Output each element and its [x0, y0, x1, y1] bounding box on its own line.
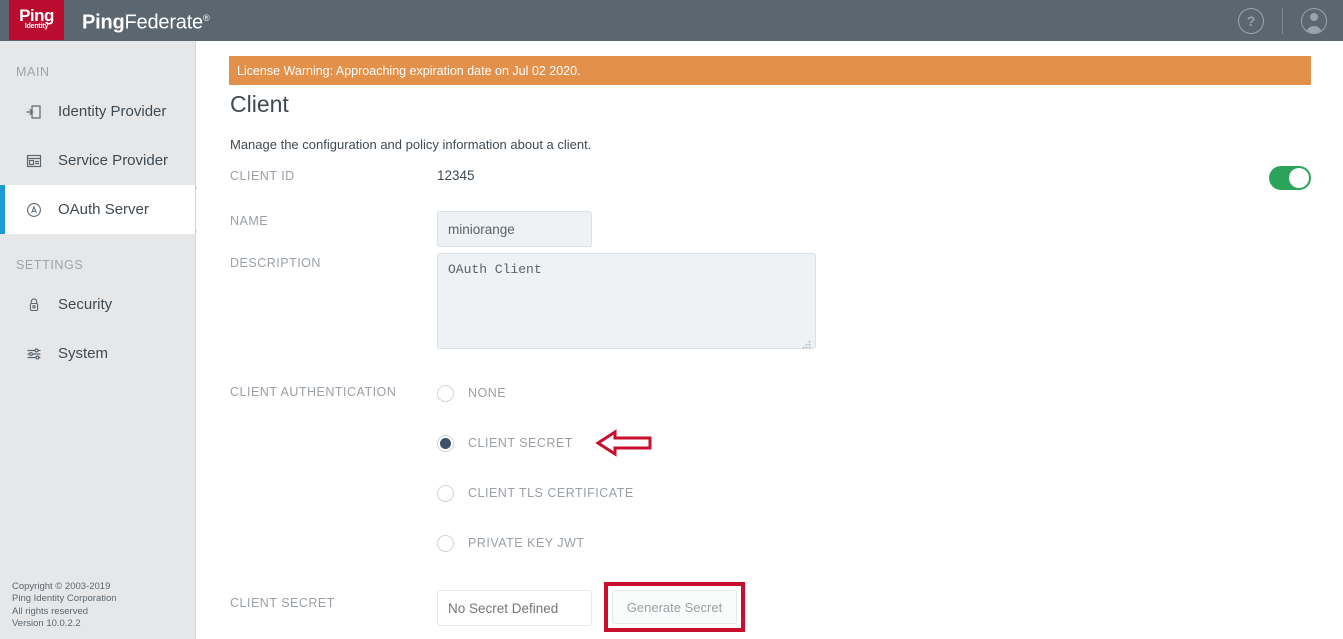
- help-icon[interactable]: ?: [1238, 8, 1264, 34]
- client-id-value-wrap: 12345: [437, 166, 1343, 211]
- lock-icon: [24, 295, 44, 315]
- description-label: DESCRIPTION: [197, 253, 437, 368]
- auth-option-none[interactable]: NONE: [437, 368, 1343, 418]
- client-secret-input[interactable]: [437, 590, 592, 626]
- main-content-area: License Warning: Approaching expiration …: [197, 41, 1343, 639]
- brand-bold-text: Ping: [82, 12, 125, 34]
- client-id-value: 12345: [437, 166, 1343, 183]
- description-textarea[interactable]: [437, 253, 816, 349]
- sidebar-item-security[interactable]: Security: [0, 280, 195, 329]
- auth-options-group: NONE CLIENT SECRET CLIENT TLS C: [437, 368, 1343, 568]
- form-row-description: DESCRIPTION: [197, 253, 1343, 368]
- radio-private-key-jwt[interactable]: [437, 535, 454, 552]
- client-secret-controls: Generate Secret: [437, 582, 1343, 632]
- name-label: NAME: [197, 211, 437, 253]
- form-row-client-authentication: CLIENT AUTHENTICATION NONE CLIENT SECRET: [197, 368, 1343, 568]
- sliders-icon: [24, 344, 44, 364]
- radio-client-secret[interactable]: [437, 435, 454, 452]
- sidebar-footer-copyright: Copyright © 2003-2019 Ping Identity Corp…: [12, 581, 117, 631]
- top-header-bar: Ping Identity PingFederate® ?: [0, 0, 1343, 41]
- client-enabled-toggle[interactable]: [1269, 166, 1311, 190]
- copyright-line-2: Ping Identity Corporation: [12, 593, 117, 606]
- logo-primary-text: Ping: [19, 8, 54, 23]
- avatar-body-shape: [1306, 26, 1322, 34]
- sidebar-item-label: OAuth Server: [58, 201, 149, 218]
- copyright-line-3: All rights reserved: [12, 606, 117, 619]
- help-icon-glyph: ?: [1247, 13, 1256, 29]
- sidebar-item-oauth-server[interactable]: OAuth Server: [0, 185, 195, 234]
- sidebar-item-service-provider[interactable]: Service Provider: [0, 136, 195, 185]
- sidebar-item-label: Security: [58, 296, 112, 313]
- sidebar-item-identity-provider[interactable]: Identity Provider: [0, 87, 195, 136]
- client-configuration-form: CLIENT ID 12345 NAME DESCRIPTION: [197, 166, 1343, 632]
- copyright-line-1: Copyright © 2003-2019: [12, 581, 117, 594]
- license-warning-banner: License Warning: Approaching expiration …: [229, 56, 1311, 85]
- auth-option-label: CLIENT SECRET: [468, 436, 573, 450]
- auth-option-label: NONE: [468, 386, 506, 400]
- avatar-head-shape: [1310, 13, 1318, 21]
- sidebar-section-settings: SETTINGS: [0, 234, 195, 280]
- auth-option-client-tls-certificate[interactable]: CLIENT TLS CERTIFICATE: [437, 468, 1343, 518]
- generate-secret-highlight-box: Generate Secret: [604, 582, 745, 632]
- description-textarea-wrap: [437, 253, 816, 354]
- user-avatar-icon[interactable]: [1301, 8, 1327, 34]
- sidebar-item-label: System: [58, 345, 108, 362]
- client-secret-label: CLIENT SECRET: [197, 582, 437, 632]
- auth-option-private-key-jwt[interactable]: PRIVATE KEY JWT: [437, 518, 1343, 568]
- client-id-label: CLIENT ID: [197, 166, 437, 211]
- auth-option-label: CLIENT TLS CERTIFICATE: [468, 486, 634, 500]
- logo-secondary-text: Identity: [25, 23, 48, 31]
- sidebar-item-label: Identity Provider: [58, 103, 166, 120]
- sidebar-navigation: MAIN Identity Provider Service Provider: [0, 41, 196, 639]
- form-row-name: NAME: [197, 211, 1343, 253]
- brand-light-text: Federate: [125, 12, 203, 34]
- version-line: Version 10.0.2.2: [12, 618, 117, 631]
- page-subtitle: Manage the configuration and policy info…: [230, 137, 591, 152]
- radio-none[interactable]: [437, 385, 454, 402]
- toggle-knob: [1289, 168, 1309, 188]
- product-brand-title: PingFederate®: [82, 8, 209, 33]
- form-row-client-secret: CLIENT SECRET Generate Secret: [197, 582, 1343, 632]
- generate-secret-button[interactable]: Generate Secret: [612, 590, 737, 624]
- client-authentication-label: CLIENT AUTHENTICATION: [197, 368, 437, 568]
- left-pointing-arrow-annotation: [595, 428, 653, 458]
- auth-option-label: PRIVATE KEY JWT: [468, 536, 585, 550]
- identity-provider-icon: [24, 102, 44, 122]
- ping-identity-logo[interactable]: Ping Identity: [9, 0, 64, 40]
- name-field-wrap: [437, 211, 1343, 253]
- page-title: Client: [230, 91, 289, 118]
- service-provider-icon: [24, 151, 44, 171]
- form-row-client-id: CLIENT ID 12345: [197, 166, 1343, 211]
- name-input[interactable]: [437, 211, 592, 247]
- description-field-wrap: [437, 253, 1343, 368]
- oauth-server-icon: [24, 200, 44, 220]
- radio-client-tls-certificate[interactable]: [437, 485, 454, 502]
- sidebar-item-label: Service Provider: [58, 152, 168, 169]
- sidebar-item-system[interactable]: System: [0, 329, 195, 378]
- auth-option-client-secret[interactable]: CLIENT SECRET: [437, 418, 1343, 468]
- header-actions: ?: [1238, 0, 1343, 41]
- header-divider: [1282, 8, 1283, 34]
- brand-registered-mark: ®: [203, 13, 209, 23]
- sidebar-section-main: MAIN: [0, 41, 195, 87]
- app-root: Ping Identity PingFederate® ? MAIN: [0, 0, 1343, 639]
